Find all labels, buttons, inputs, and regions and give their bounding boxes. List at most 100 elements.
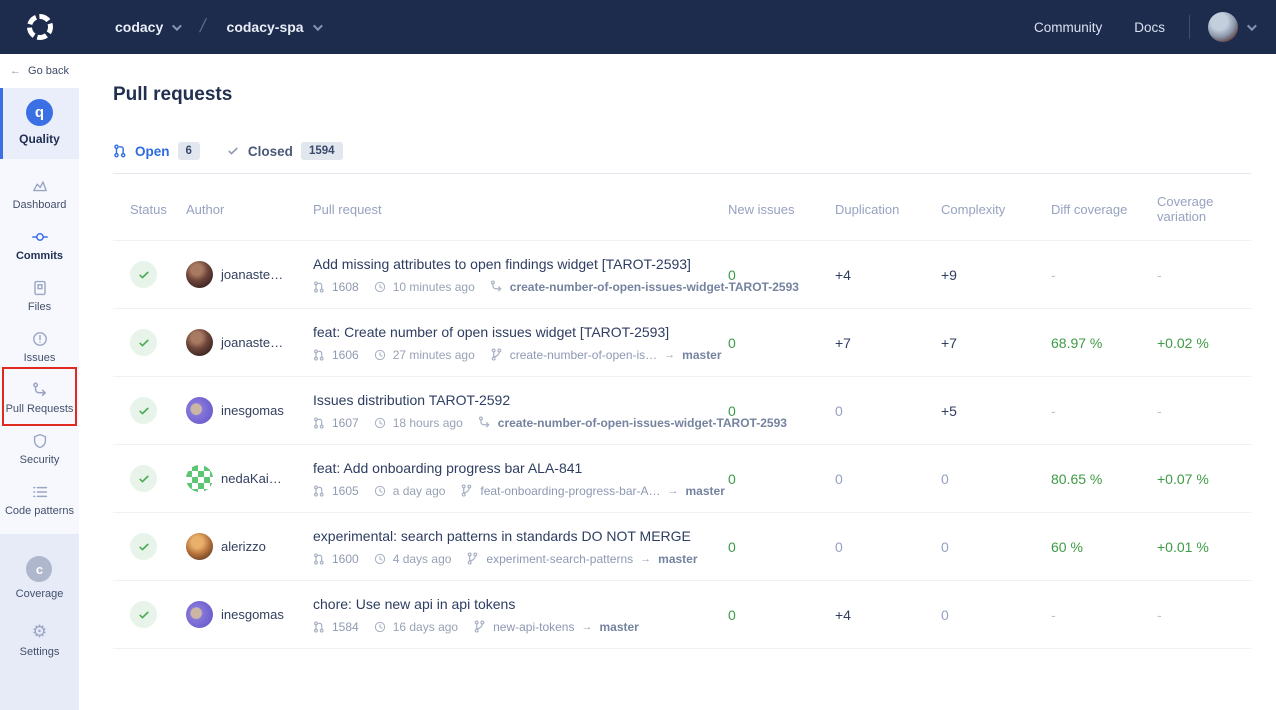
pr-meta: 1607 18 hours ago create-number-of-open-… [313, 416, 728, 430]
sidebar-item-issues[interactable]: Issues [0, 322, 79, 373]
source-branch[interactable]: feat-onboarding-progress-bar-A… [480, 484, 660, 498]
complexity-value: 0 [941, 539, 1051, 555]
coverage-variation-value: - [1157, 403, 1251, 419]
pr-number: 1584 [332, 620, 359, 634]
diff-coverage-value: 68.97 % [1051, 335, 1157, 351]
issues-icon [32, 331, 48, 347]
table-row[interactable]: nedaKai… feat: Add onboarding progress b… [113, 445, 1251, 513]
author-avatar [186, 465, 213, 492]
col-complexity: Complexity [941, 202, 1051, 217]
clock-icon [374, 349, 386, 361]
sidebar-product-quality[interactable]: q Quality [0, 88, 79, 159]
pull-request-icon [313, 621, 325, 633]
tab-open[interactable]: Open 6 [113, 142, 200, 160]
sidebar-item-coverage[interactable]: c Coverage [16, 546, 64, 614]
clock-icon [374, 485, 386, 497]
breadcrumb: codacy / codacy-spa [79, 16, 320, 38]
community-link[interactable]: Community [1034, 20, 1102, 35]
sidebar-item-settings[interactable]: ⚙ Settings [20, 614, 60, 672]
active-indicator-bar [0, 88, 3, 159]
status-success-icon [130, 397, 157, 424]
diff-coverage-value: - [1051, 607, 1157, 623]
chevron-down-icon[interactable] [172, 21, 182, 31]
author-avatar [186, 329, 213, 356]
coverage-variation-value: - [1157, 267, 1251, 283]
table-row[interactable]: joanaste… Add missing attributes to open… [113, 241, 1251, 309]
sidebar-item-code-patterns[interactable]: Code patterns [0, 475, 79, 526]
source-branch[interactable]: new-api-tokens [493, 620, 574, 634]
navbar-right: Community Docs [1002, 12, 1276, 42]
sidebar-item-pull-requests[interactable]: Pull Requests [0, 373, 79, 424]
col-new-issues: New issues [728, 202, 835, 217]
new-issues-value: 0 [728, 403, 835, 419]
sidebar-secondary: c Coverage ⚙ Settings [0, 534, 79, 710]
complexity-value: 0 [941, 471, 1051, 487]
sidebar-item-files[interactable]: Files [0, 271, 79, 322]
closed-count-badge: 1594 [301, 142, 343, 160]
sidebar-item-security[interactable]: Security [0, 424, 79, 475]
commits-icon [32, 229, 48, 245]
pr-title[interactable]: feat: Add onboarding progress bar ALA-84… [313, 460, 728, 476]
docs-link[interactable]: Docs [1134, 20, 1165, 35]
breadcrumb-divider: / [198, 16, 208, 38]
pull-request-icon [313, 349, 325, 361]
go-back-button[interactable]: ← Go back [0, 54, 79, 88]
dashboard-icon [32, 178, 48, 194]
arrow-right-icon: → [581, 621, 592, 633]
col-duplication: Duplication [835, 202, 941, 217]
codacy-logo-icon [27, 14, 53, 40]
col-diff-coverage: Diff coverage [1051, 202, 1157, 217]
status-success-icon [130, 329, 157, 356]
target-branch[interactable]: master [682, 348, 721, 362]
table-row[interactable]: inesgomas chore: Use new api in api toke… [113, 581, 1251, 649]
gear-icon: ⚙ [32, 624, 47, 640]
pr-title[interactable]: Issues distribution TAROT-2592 [313, 392, 728, 408]
sidebar-item-dashboard[interactable]: Dashboard [0, 169, 79, 220]
pr-number: 1605 [332, 484, 359, 498]
branch-icon [473, 620, 486, 633]
new-issues-value: 0 [728, 539, 835, 555]
duplication-value: 0 [835, 403, 941, 419]
sidebar-nav: Dashboard Commits Files Issues Pull Requ… [0, 159, 79, 526]
pr-title[interactable]: Add missing attributes to open findings … [313, 256, 728, 272]
table-row[interactable]: alerizzo experimental: search patterns i… [113, 513, 1251, 581]
pull-request-icon [313, 417, 325, 429]
col-author: Author [186, 202, 313, 217]
pr-title[interactable]: feat: Create number of open issues widge… [313, 324, 728, 340]
chevron-down-icon[interactable] [1247, 21, 1257, 31]
org-selector[interactable]: codacy [115, 19, 163, 35]
pull-request-icon [113, 144, 127, 158]
sidebar-item-commits[interactable]: Commits [0, 220, 79, 271]
source-branch[interactable]: experiment-search-patterns [486, 552, 633, 566]
target-branch[interactable]: master [686, 484, 725, 498]
status-success-icon [130, 533, 157, 560]
pr-number: 1606 [332, 348, 359, 362]
pr-title[interactable]: experimental: search patterns in standar… [313, 528, 728, 544]
duplication-value: 0 [835, 471, 941, 487]
status-success-icon [130, 465, 157, 492]
target-branch[interactable]: master [658, 552, 697, 566]
repo-selector[interactable]: codacy-spa [227, 19, 304, 35]
duplication-value: +4 [835, 267, 941, 283]
main-content: Pull requests Open 6 Closed 1594 Status … [79, 54, 1276, 710]
pr-meta: 1608 10 minutes ago create-number-of-ope… [313, 280, 728, 294]
tab-closed[interactable]: Closed 1594 [226, 142, 343, 160]
pr-time: 16 days ago [393, 620, 458, 634]
pr-title[interactable]: chore: Use new api in api tokens [313, 596, 728, 612]
col-coverage-variation: Coverage variation [1157, 194, 1251, 224]
pr-meta: 1584 16 days ago new-api-tokens → master [313, 620, 728, 634]
table-row[interactable]: joanaste… feat: Create number of open is… [113, 309, 1251, 377]
chevron-down-icon[interactable] [313, 21, 323, 31]
pr-time: 27 minutes ago [393, 348, 475, 362]
table-row[interactable]: inesgomas Issues distribution TAROT-2592… [113, 377, 1251, 445]
files-icon [32, 280, 48, 296]
clock-icon [374, 621, 386, 633]
user-avatar[interactable] [1208, 12, 1238, 42]
target-branch[interactable]: master [599, 620, 638, 634]
codacy-logo[interactable] [0, 14, 79, 40]
diff-coverage-value: - [1051, 403, 1157, 419]
source-branch[interactable]: create-number-of-open-is… [510, 348, 657, 362]
pr-time: 4 days ago [393, 552, 452, 566]
clock-icon [374, 553, 386, 565]
author-avatar [186, 261, 213, 288]
